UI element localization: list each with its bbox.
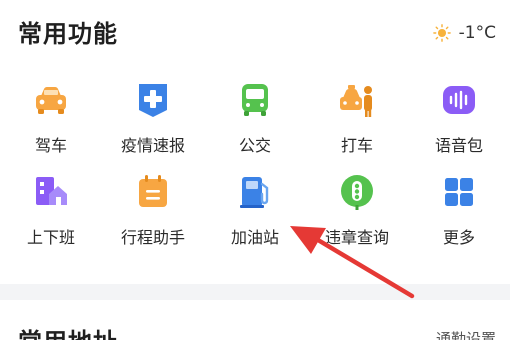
voice-wave-icon xyxy=(443,86,475,114)
feature-label: 违章查询 xyxy=(324,228,389,247)
feature-itinerary-assistant[interactable]: 行程助手 xyxy=(102,172,204,256)
common-address-section: 常用地址 通勤设置 xyxy=(0,300,510,340)
commute-house-icon xyxy=(36,177,67,205)
feature-label: 疫情速报 xyxy=(120,136,185,155)
section-title: 常用功能 xyxy=(18,20,118,48)
car-icon xyxy=(36,87,66,114)
feature-more[interactable]: 更多 xyxy=(408,172,510,256)
feature-label: 行程助手 xyxy=(120,228,185,247)
feature-epidemic-report[interactable]: 疫情速报 xyxy=(102,80,204,164)
feature-gas-station[interactable]: 加油站 xyxy=(204,172,306,256)
bus-icon xyxy=(242,84,268,116)
feature-label: 驾车 xyxy=(34,136,67,155)
section-title: 常用地址 xyxy=(18,322,118,340)
feature-label: 上下班 xyxy=(26,228,75,247)
itinerary-calendar-icon xyxy=(139,175,167,207)
section-divider xyxy=(0,284,510,300)
feature-commute[interactable]: 上下班 xyxy=(0,172,102,256)
weather-widget[interactable]: -1°C xyxy=(432,20,496,46)
taxi-person-icon xyxy=(340,85,372,117)
traffic-light-icon xyxy=(341,175,373,210)
feature-label: 打车 xyxy=(340,136,373,155)
feature-label: 语音包 xyxy=(434,136,483,155)
feature-bus[interactable]: 公交 xyxy=(204,80,306,164)
feature-label: 公交 xyxy=(238,136,271,155)
sun-icon xyxy=(432,24,451,42)
grid-more-icon xyxy=(445,178,473,206)
common-functions-card: 常用功能 -1°C 驾车 疫情速报 公交 打车 语音包 上下班 行程助手 加油站… xyxy=(0,0,510,282)
commute-settings-link[interactable]: 通勤设置 xyxy=(436,328,496,340)
medical-cross-icon xyxy=(139,84,167,117)
feature-taxi[interactable]: 打车 xyxy=(306,80,408,164)
temperature-text: -1°C xyxy=(458,23,496,43)
gas-pump-icon xyxy=(240,177,269,208)
feature-label: 加油站 xyxy=(230,228,279,247)
feature-voice-pack[interactable]: 语音包 xyxy=(408,80,510,164)
feature-drive[interactable]: 驾车 xyxy=(0,80,102,164)
feature-label: 更多 xyxy=(442,228,475,247)
feature-violation-query[interactable]: 违章查询 xyxy=(306,172,408,256)
